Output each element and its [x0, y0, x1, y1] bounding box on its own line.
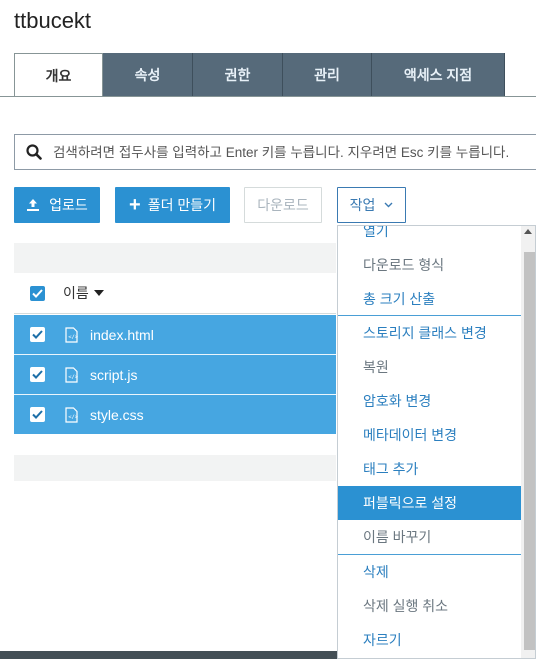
- sort-down-icon: [93, 290, 104, 296]
- menu-item-delete[interactable]: 삭제: [338, 555, 521, 589]
- menu-item-open[interactable]: 열기: [338, 226, 521, 248]
- file-name[interactable]: index.html: [90, 327, 154, 343]
- menu-item-cut[interactable]: 자르기: [338, 623, 521, 657]
- file-icon: </>: [65, 406, 78, 423]
- table-row[interactable]: </> script.js: [14, 355, 336, 394]
- menu-item-undo-delete[interactable]: 삭제 실행 취소: [338, 589, 521, 623]
- upload-icon: [26, 198, 40, 212]
- actions-button[interactable]: 작업: [337, 187, 406, 223]
- tab-management[interactable]: 관리: [283, 53, 372, 96]
- tab-permissions[interactable]: 권한: [193, 53, 283, 96]
- footer-bar: [0, 651, 337, 659]
- menu-item-calculate-size[interactable]: 총 크기 산출: [338, 282, 521, 316]
- name-header-label: 이름: [63, 285, 89, 301]
- upload-label: 업로드: [49, 197, 88, 213]
- row-checkbox[interactable]: [30, 407, 45, 422]
- file-icon: </>: [65, 326, 78, 343]
- actions-dropdown: 열기 다운로드 형식 총 크기 산출 스토리지 클래스 변경 복원 암호화 변경…: [337, 225, 536, 659]
- menu-item-change-encryption[interactable]: 암호화 변경: [338, 384, 521, 418]
- file-name[interactable]: script.js: [90, 367, 137, 383]
- actions-label: 작업: [349, 197, 376, 213]
- menu-item-change-storage-class[interactable]: 스토리지 클래스 변경: [338, 316, 521, 350]
- menu-item-rename[interactable]: 이름 바꾸기: [338, 520, 521, 554]
- upload-button[interactable]: 업로드: [14, 187, 100, 223]
- bucket-title: ttbucekt: [14, 8, 92, 33]
- table-footer-strip: [14, 455, 336, 481]
- scrollbar-thumb[interactable]: [524, 252, 535, 650]
- file-name[interactable]: style.css: [90, 407, 144, 423]
- tab-access-points[interactable]: 액세스 지점: [372, 53, 505, 96]
- create-folder-button[interactable]: + 폴더 만들기: [115, 187, 230, 223]
- table-row[interactable]: </> index.html: [14, 315, 336, 354]
- svg-text:</>: </>: [68, 374, 78, 380]
- menu-item-change-metadata[interactable]: 메타데이터 변경: [338, 418, 521, 452]
- menu-item-restore[interactable]: 복원: [338, 350, 521, 384]
- tab-overview[interactable]: 개요: [14, 53, 103, 97]
- chevron-down-icon: [384, 202, 393, 208]
- table-header: 이름: [14, 273, 336, 314]
- row-checkbox[interactable]: [30, 367, 45, 382]
- table-row[interactable]: </> style.css: [14, 395, 336, 434]
- menu-item-make-public[interactable]: 퍼블릭으로 설정: [338, 486, 521, 520]
- svg-text:</>: </>: [68, 334, 78, 340]
- name-column-header[interactable]: 이름: [63, 283, 104, 303]
- select-all-checkbox[interactable]: [30, 285, 45, 301]
- tab-bar: 개요 속성 권한 관리 액세스 지점: [14, 53, 505, 97]
- search-icon: [15, 135, 53, 169]
- scroll-up-arrow-icon[interactable]: [524, 229, 532, 234]
- tab-properties[interactable]: 속성: [103, 53, 193, 96]
- menu-item-download-as[interactable]: 다운로드 형식: [338, 248, 521, 282]
- tab-divider: [0, 96, 536, 97]
- search-input[interactable]: [53, 135, 536, 169]
- svg-text:</>: </>: [68, 414, 78, 420]
- search-box: [14, 134, 536, 170]
- file-icon: </>: [65, 366, 78, 383]
- row-checkbox[interactable]: [30, 327, 45, 342]
- create-folder-label: 폴더 만들기: [147, 197, 216, 213]
- plus-icon: +: [129, 194, 141, 216]
- menu-item-add-tags[interactable]: 태그 추가: [338, 452, 521, 486]
- dropdown-scrollbar[interactable]: [521, 226, 535, 658]
- download-button[interactable]: 다운로드: [244, 187, 322, 223]
- table-toolbar-strip: [14, 243, 336, 273]
